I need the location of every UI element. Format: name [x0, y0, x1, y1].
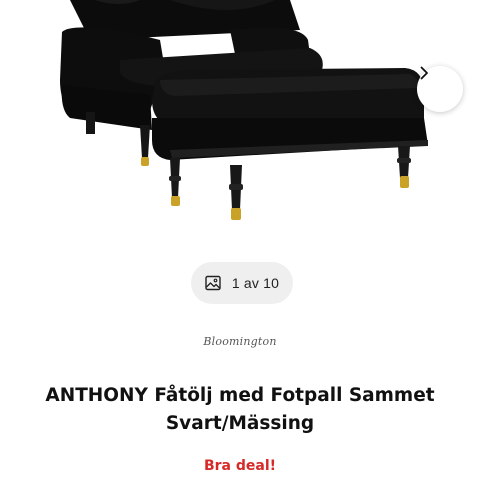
- product-title-line-2: Svart/Mässing: [165, 413, 315, 434]
- product-image-gallery[interactable]: [0, 0, 480, 232]
- image-counter[interactable]: 1 av 10: [191, 262, 293, 304]
- product-image[interactable]: [0, 0, 480, 232]
- deal-badge: Bra deal!: [203, 458, 277, 474]
- product-title: ANTHONY Fåtölj med Fotpall Sammet Svart/…: [20, 382, 460, 438]
- next-image-button[interactable]: [417, 66, 463, 112]
- brand-logo[interactable]: Bloomington: [0, 335, 480, 348]
- image-icon: [205, 275, 221, 291]
- image-counter-label: 1 av 10: [231, 275, 280, 291]
- chevron-right-icon: [420, 66, 428, 80]
- product-page: 1 av 10 Bloomington ANTHONY Fåtölj med F…: [0, 0, 480, 480]
- product-title-line-1: ANTHONY Fåtölj med Fotpall Sammet: [45, 385, 435, 406]
